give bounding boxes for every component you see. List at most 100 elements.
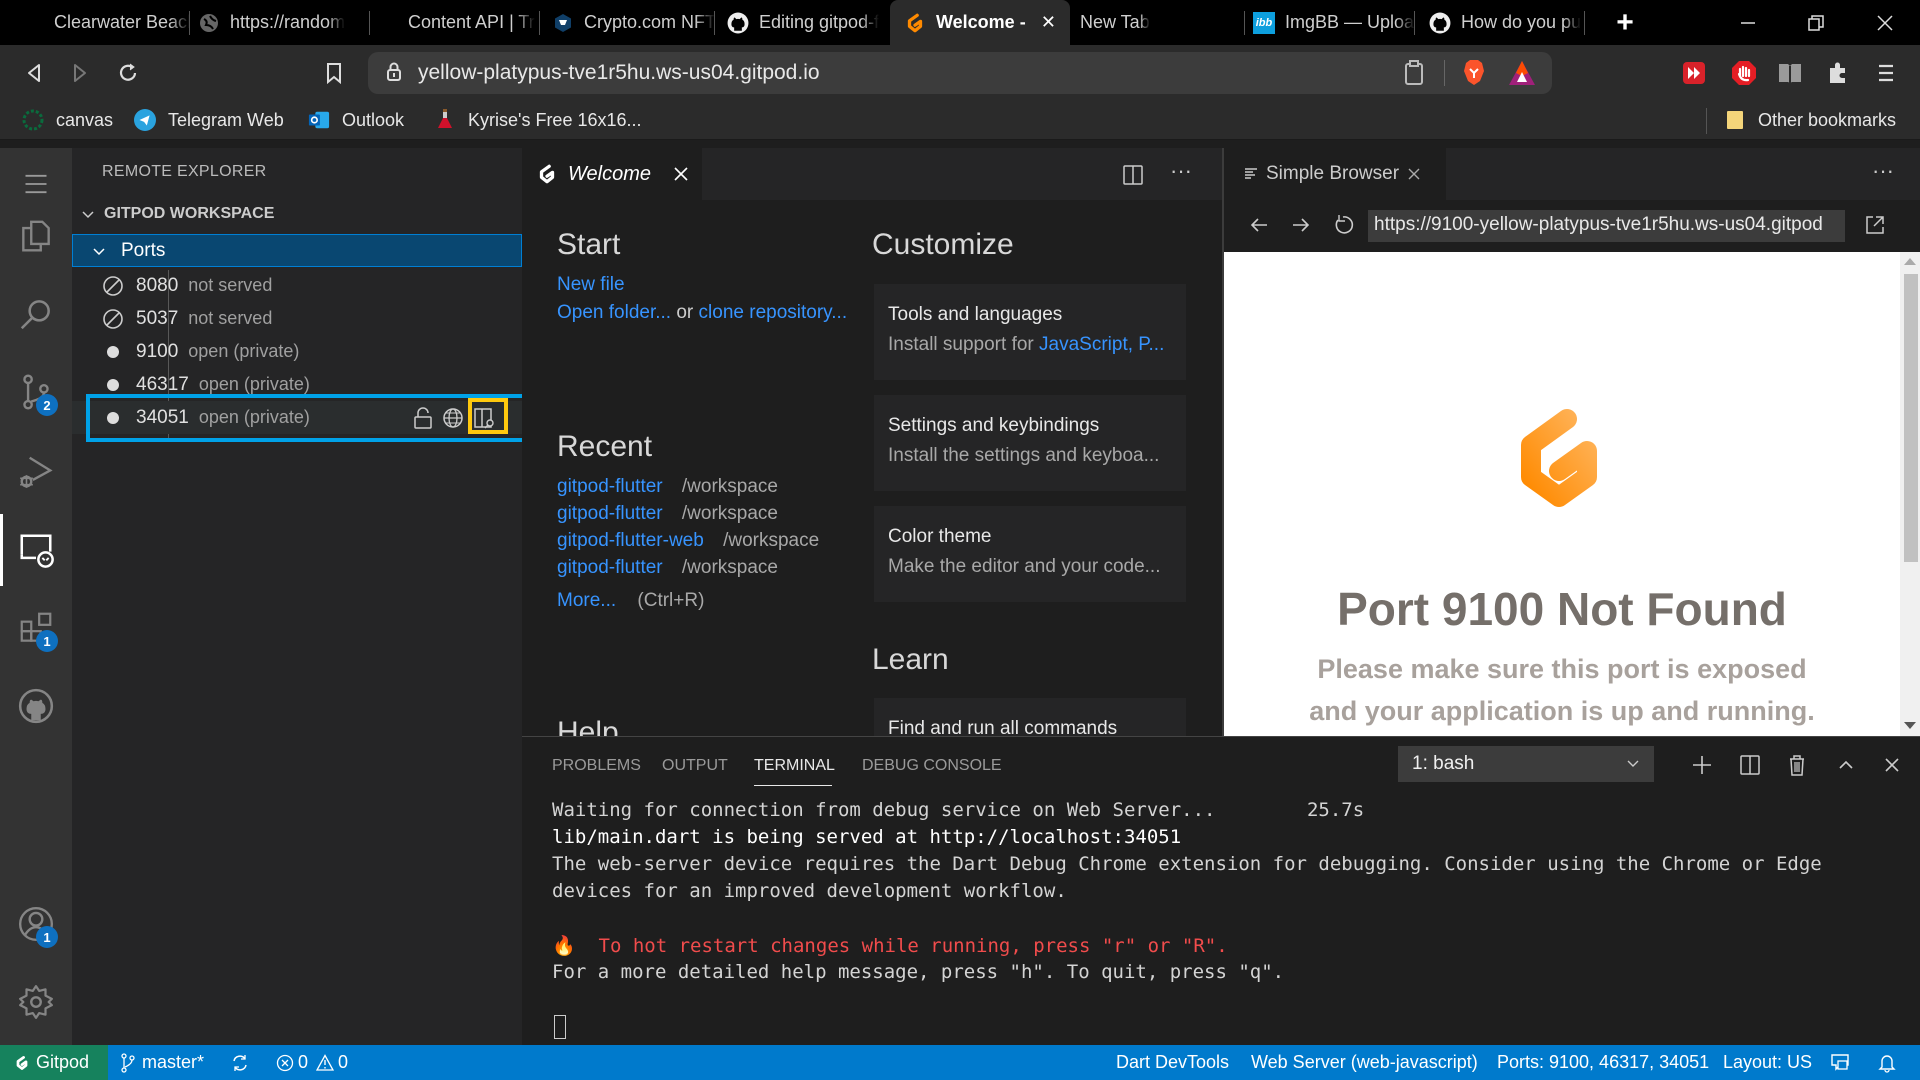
minimize-button[interactable] (1718, 0, 1778, 45)
keyboard-layout[interactable]: Layout: US (1723, 1045, 1812, 1080)
port-item[interactable]: 9100 open (private) (72, 335, 522, 368)
customize-card-tools[interactable]: Tools and languages Install support for … (874, 284, 1186, 380)
tab-simple-browser[interactable]: Simple Browser (1224, 148, 1446, 200)
clipboard-icon[interactable] (1404, 60, 1424, 86)
restore-button[interactable] (1786, 0, 1846, 45)
split-editor-icon[interactable] (1122, 164, 1144, 186)
activity-source-control[interactable]: 2 (0, 356, 72, 428)
brave-rewards-icon[interactable] (1508, 60, 1536, 86)
browser-tab[interactable]: Content API | Tr (370, 0, 540, 45)
close-icon[interactable] (1407, 167, 1421, 181)
bookmark-telegram[interactable]: Telegram Web (134, 108, 284, 132)
extension-button[interactable] (1676, 55, 1712, 91)
remote-indicator[interactable]: Gitpod (0, 1045, 108, 1080)
browser-tab[interactable]: https://random (190, 0, 370, 45)
close-panel-button[interactable] (1878, 751, 1906, 779)
activity-run-debug[interactable] (0, 436, 72, 508)
more-actions-icon[interactable]: ··· (1170, 158, 1192, 184)
back-icon[interactable] (1248, 214, 1270, 236)
learn-card-commands[interactable]: Find and run all commands (874, 698, 1186, 736)
new-terminal-button[interactable] (1688, 751, 1716, 779)
recent-item[interactable]: gitpod-flutter /workspace (557, 557, 778, 579)
browser-tab[interactable]: Clearwater Beach (0, 0, 190, 45)
recent-item[interactable]: gitpod-flutter-web /workspace (557, 530, 819, 552)
recent-name[interactable]: gitpod-flutter (557, 503, 663, 524)
panel-tab-terminal[interactable]: TERMINAL (754, 757, 835, 775)
more-recent-link[interactable]: More... (557, 590, 616, 611)
customize-card-settings[interactable]: Settings and keybindings Install the set… (874, 395, 1186, 491)
address-bar[interactable]: yellow-platypus-tve1r5hu.ws-us04.gitpod.… (368, 52, 1552, 94)
feedback-button[interactable] (1830, 1045, 1850, 1080)
active-tab-underline (754, 785, 832, 786)
kill-terminal-button[interactable] (1783, 751, 1811, 779)
gitpod-workspace-section[interactable]: GITPOD WORKSPACE (72, 200, 522, 228)
reload-icon[interactable] (1332, 213, 1356, 237)
new-tab-button[interactable]: + (1595, 0, 1655, 45)
open-folder-link[interactable]: Open folder... (557, 302, 671, 323)
browser-tab[interactable]: New Tab (1070, 0, 1245, 45)
browser-tab[interactable]: Editing gitpod-f (715, 0, 890, 45)
forward-button[interactable] (62, 55, 98, 91)
activity-extensions[interactable]: 1 (0, 592, 72, 664)
notifications-button[interactable] (1878, 1045, 1896, 1080)
customize-card-theme[interactable]: Color theme Make the editor and your cod… (874, 506, 1186, 602)
activity-search[interactable] (0, 278, 72, 350)
scroll-thumb[interactable] (1904, 274, 1918, 562)
new-file-link[interactable]: New file (557, 274, 625, 296)
page-scrollbar[interactable] (1900, 252, 1920, 736)
terminal-select[interactable]: 1: bash (1398, 746, 1654, 782)
recent-name[interactable]: gitpod-flutter-web (557, 530, 704, 551)
card-desc-link[interactable]: JavaScript, P... (1039, 334, 1164, 355)
forward-icon[interactable] (1290, 214, 1312, 236)
panel-tab-debug-console[interactable]: DEBUG CONSOLE (862, 757, 1002, 775)
tab-welcome[interactable]: Welcome (522, 148, 702, 200)
sync-button[interactable] (230, 1045, 250, 1080)
ports-group[interactable]: Ports (72, 234, 522, 267)
close-icon[interactable] (673, 166, 689, 182)
maximize-panel-button[interactable] (1832, 751, 1860, 779)
flutter-device-selector[interactable]: Web Server (web-javascript) (1251, 1045, 1478, 1080)
activity-settings[interactable] (0, 966, 72, 1038)
scroll-down-arrow[interactable] (1904, 722, 1916, 729)
activity-explorer[interactable] (0, 200, 72, 272)
dart-devtools-button[interactable]: Dart DevTools (1116, 1045, 1229, 1080)
ports-status[interactable]: Ports: 9100, 46317, 34051 (1497, 1045, 1709, 1080)
close-window-button[interactable] (1855, 0, 1915, 45)
browser-menu-button[interactable] (1868, 55, 1904, 91)
panel-tab-output[interactable]: OUTPUT (662, 757, 728, 775)
open-external-icon[interactable] (1864, 214, 1886, 236)
port-item[interactable]: 5037 not served (72, 302, 522, 335)
browser-tab[interactable]: Crypto.com NFT (540, 0, 715, 45)
activity-github[interactable] (0, 670, 72, 742)
recent-item[interactable]: gitpod-flutter /workspace (557, 476, 778, 498)
bookmark-button[interactable] (316, 55, 352, 91)
reload-button[interactable] (110, 55, 146, 91)
reading-list-button[interactable] (1772, 55, 1808, 91)
back-button[interactable] (16, 55, 52, 91)
close-tab-icon[interactable]: ✕ (1041, 12, 1056, 33)
extension-button[interactable] (1726, 55, 1762, 91)
panel-tab-problems[interactable]: PROBLEMS (552, 757, 641, 775)
recent-name[interactable]: gitpod-flutter (557, 557, 663, 578)
extensions-button[interactable] (1820, 55, 1856, 91)
browser-tab-active[interactable]: Welcome - ✕ (890, 0, 1070, 45)
recent-item[interactable]: gitpod-flutter /workspace (557, 503, 778, 525)
brave-shields-icon[interactable] (1462, 59, 1486, 87)
bookmark-kyrise[interactable]: Kyrise's Free 16x16... (434, 108, 642, 132)
other-bookmarks[interactable]: Other bookmarks (1724, 108, 1896, 132)
simple-browser-url-input[interactable]: https://9100-yellow-platypus-tve1r5hu.ws… (1368, 210, 1845, 242)
recent-name[interactable]: gitpod-flutter (557, 476, 663, 497)
scroll-up-arrow[interactable] (1904, 258, 1916, 265)
clone-repository-link[interactable]: clone repository... (699, 302, 848, 323)
problems-indicator[interactable]: 0 0 (276, 1045, 348, 1080)
activity-remote-explorer[interactable] (0, 514, 72, 586)
bookmark-canvas[interactable]: canvas (22, 108, 113, 132)
browser-tab[interactable]: How do you pu (1415, 0, 1585, 45)
activity-accounts[interactable]: 1 (0, 888, 72, 960)
more-actions-icon[interactable]: ··· (1872, 158, 1894, 184)
bookmark-outlook[interactable]: Outlook (308, 108, 404, 132)
split-terminal-button[interactable] (1736, 751, 1764, 779)
port-item[interactable]: 8080 not served (72, 269, 522, 302)
browser-tab[interactable]: ibb ImgBB — Upload (1245, 0, 1415, 45)
branch-indicator[interactable]: master* (120, 1045, 204, 1080)
